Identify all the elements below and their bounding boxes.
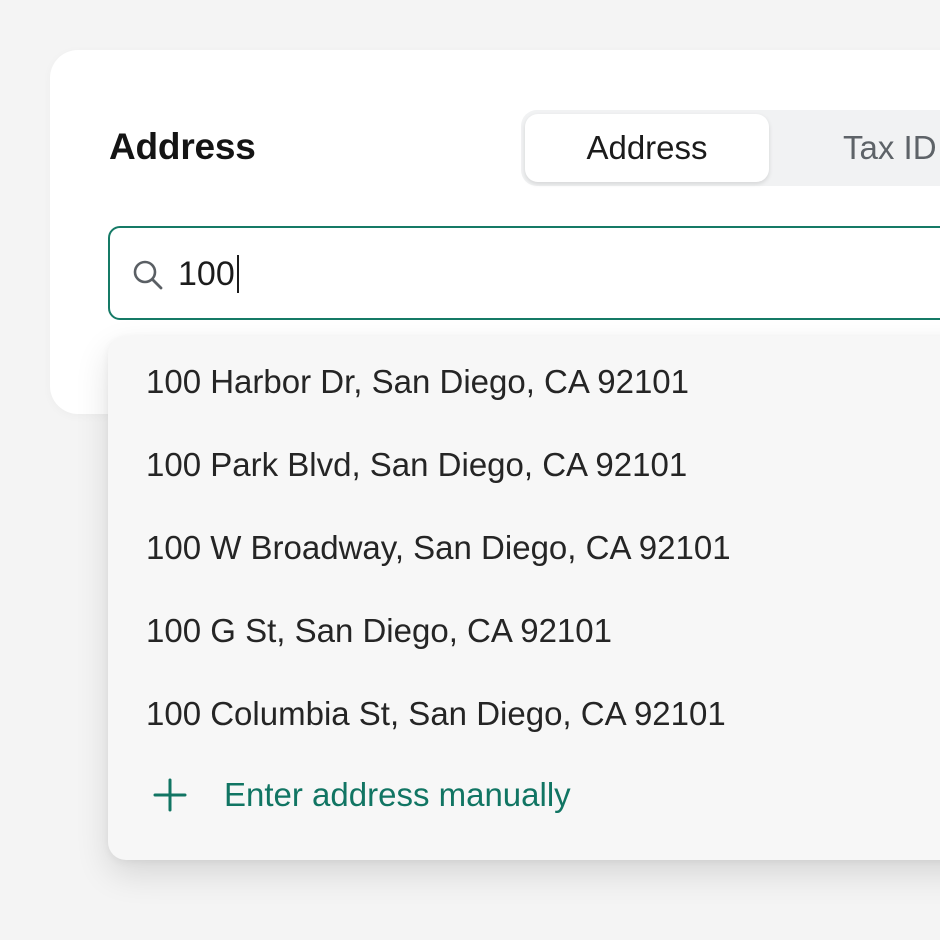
suggestion-item[interactable]: 100 Park Blvd, San Diego, CA 92101	[146, 446, 687, 484]
text-caret	[236, 255, 239, 293]
address-search-input[interactable]: 100	[108, 226, 940, 320]
suggestion-item[interactable]: 100 G St, San Diego, CA 92101	[146, 612, 612, 650]
search-icon	[133, 260, 163, 290]
enter-address-manually-button[interactable]: Enter address manually	[152, 776, 571, 814]
plus-icon	[153, 778, 187, 812]
tab-address[interactable]: Address	[525, 114, 769, 182]
section-title: Address	[109, 126, 256, 167]
search-text: 100	[178, 254, 235, 293]
suggestions-dropdown: 100 Harbor Dr, San Diego, CA 92101 100 P…	[108, 336, 940, 860]
suggestion-item[interactable]: 100 Columbia St, San Diego, CA 92101	[146, 695, 726, 733]
suggestion-item[interactable]: 100 W Broadway, San Diego, CA 92101	[146, 529, 731, 567]
segmented-control: Address Tax ID	[521, 110, 940, 186]
address-form-screen: Address Address Tax ID 100 100 Harbor Dr…	[0, 0, 940, 940]
enter-address-manually-label: Enter address manually	[224, 776, 571, 813]
search-value: 100	[178, 253, 239, 295]
tab-tax-id[interactable]: Tax ID	[771, 114, 940, 182]
suggestion-item[interactable]: 100 Harbor Dr, San Diego, CA 92101	[146, 363, 689, 401]
